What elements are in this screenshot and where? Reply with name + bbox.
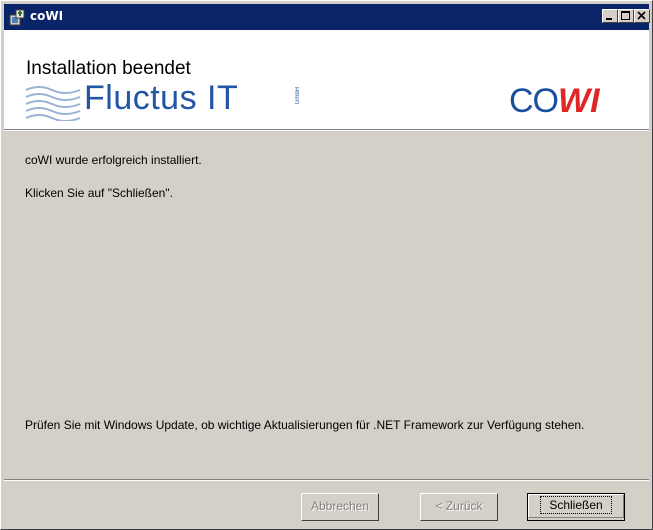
close-icon xyxy=(637,11,646,20)
close-finish-button-label: Schließen xyxy=(540,496,612,514)
cowi-logo: COWI xyxy=(509,82,600,121)
minimize-icon xyxy=(606,18,612,20)
installer-window: coWI Installation beendet Fluctus IT Gmb… xyxy=(0,0,653,530)
fluctus-wave-icon xyxy=(25,86,81,121)
maximize-icon xyxy=(621,11,630,20)
header-divider xyxy=(4,129,649,131)
close-button[interactable] xyxy=(634,9,650,23)
cowi-logo-co: CO xyxy=(509,82,559,120)
fluctus-logo-text: Fluctus IT xyxy=(84,79,239,117)
success-message: coWI wurde erfolgreich installiert. xyxy=(25,153,202,167)
title-bar[interactable]: coWI xyxy=(4,4,650,30)
header-banner: Installation beendet Fluctus IT GmbH COW… xyxy=(4,30,649,129)
instruction-text: Klicken Sie auf "Schließen". xyxy=(25,186,173,200)
minimize-button[interactable] xyxy=(602,9,618,23)
window-title: coWI xyxy=(30,9,64,23)
close-finish-button-inner: Schließen xyxy=(528,494,624,518)
page-title: Installation beendet xyxy=(26,58,191,79)
installer-app-icon xyxy=(9,9,25,26)
cowi-logo-wi: WI xyxy=(558,82,600,120)
close-finish-button[interactable]: Schließen xyxy=(527,493,625,521)
maximize-button[interactable] xyxy=(618,9,634,23)
back-button[interactable]: < Zurück xyxy=(420,493,498,521)
fluctus-logo-suffix: GmbH xyxy=(295,87,301,105)
footer-divider xyxy=(4,479,649,481)
update-note: Prüfen Sie mit Windows Update, ob wichti… xyxy=(25,418,585,432)
cancel-button[interactable]: Abbrechen xyxy=(301,493,379,521)
